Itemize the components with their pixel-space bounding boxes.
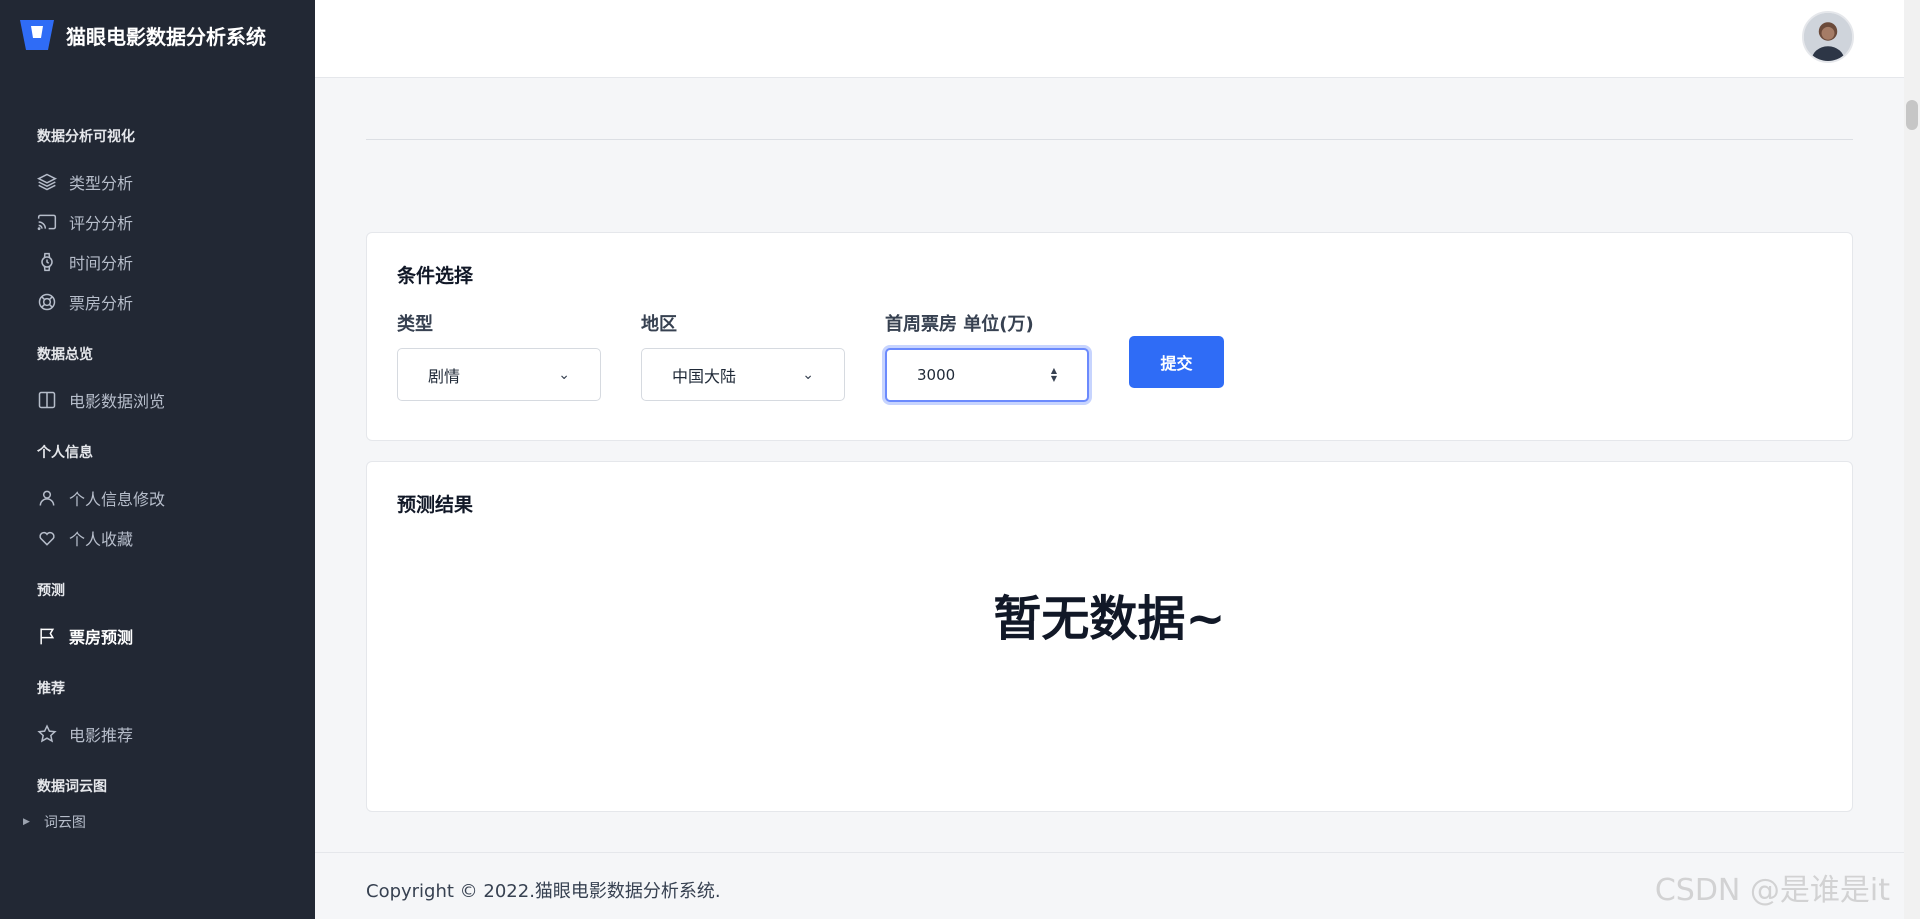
sidebar-item-label: 票房预测 [69,628,134,647]
spinner-arrows-icon[interactable]: ▲ ▼ [1051,367,1057,383]
sidebar-item-boxoffice-analysis[interactable]: 票房分析 [37,282,315,322]
columns-icon [38,391,56,409]
region-field: 地区 中国大陆 ⌄ [641,310,845,401]
region-select-value: 中国大陆 [672,366,737,386]
main-content: 条件选择 类型 剧情 ⌄ 地区 中国大陆 ⌄ 首周票房 单位(万) 3000 ▲… [366,78,1853,812]
nav-group-recommend: 推荐 电影推荐 [37,678,315,754]
user-avatar-icon [1804,13,1852,61]
heart-icon [39,531,55,546]
sidebar-item-movie-recommend[interactable]: 电影推荐 [37,714,315,754]
sidebar-item-label: 类型分析 [69,174,134,193]
footer: Copyright © 2022.猫眼电影数据分析系统. CSDN @是谁是it [315,852,1904,919]
nav-group-profile: 个人信息 个人信息修改 个人收藏 [37,442,315,558]
caret-right-icon: ▶ [23,817,30,827]
nav-group-overview: 数据总览 电影数据浏览 [37,344,315,420]
divider [366,139,1853,140]
sidebar: 猫眼电影数据分析系统 数据分析可视化 类型分析 评分分析 时间分析 票房分析 数… [0,0,315,919]
nav-group-visualization: 数据分析可视化 类型分析 评分分析 时间分析 票房分析 [37,126,315,322]
page-scrollbar[interactable] [1904,0,1920,919]
scrollbar-thumb[interactable] [1906,100,1918,130]
sidebar-item-label: 时间分析 [69,254,134,273]
app-title: 猫眼电影数据分析系统 [66,24,266,49]
watermark: CSDN @是谁是it [1654,873,1890,908]
copyright-text: Copyright © 2022.猫眼电影数据分析系统. [366,881,721,902]
nav-heading: 预测 [37,583,65,599]
star-icon [37,724,57,743]
sidebar-item-label: 电影数据浏览 [69,392,166,411]
sidebar-item-wordcloud[interactable]: ▶ 词云图 [23,812,315,832]
sidebar-item-type-analysis[interactable]: 类型分析 [37,162,315,202]
sidebar-item-movie-browse[interactable]: 电影数据浏览 [37,380,315,420]
sidebar-item-label: 词云图 [43,815,86,831]
logo-icon [20,20,54,50]
brand[interactable]: 猫眼电影数据分析系统 [0,0,315,70]
sidebar-nav: 数据分析可视化 类型分析 评分分析 时间分析 票房分析 数据总览 电影数据浏览 … [0,70,315,832]
result-card: 预测结果 暂无数据~ [366,461,1853,812]
nav-heading: 推荐 [37,681,65,697]
nav-heading: 数据词云图 [37,779,107,795]
sidebar-item-edit-profile[interactable]: 个人信息修改 [37,478,315,518]
boxoffice-field: 首周票房 单位(万) 3000 ▲ ▼ [885,310,1089,402]
filter-card: 条件选择 类型 剧情 ⌄ 地区 中国大陆 ⌄ 首周票房 单位(万) 3000 ▲… [366,232,1853,441]
sidebar-item-rating-analysis[interactable]: 评分分析 [37,202,315,242]
type-field: 类型 剧情 ⌄ [397,310,601,401]
sidebar-item-label: 个人收藏 [69,530,134,549]
sidebar-item-time-analysis[interactable]: 时间分析 [37,242,315,282]
filter-form: 类型 剧情 ⌄ 地区 中国大陆 ⌄ 首周票房 单位(万) 3000 ▲ ▼ 提交 [397,310,1822,402]
chevron-down-icon: ⌄ [802,366,814,383]
region-label: 地区 [641,314,677,335]
result-card-title: 预测结果 [397,494,474,516]
sidebar-item-label: 评分分析 [69,214,134,233]
nav-heading: 数据分析可视化 [37,129,135,145]
boxoffice-number-input[interactable]: 3000 ▲ ▼ [885,348,1089,402]
chevron-down-icon: ⌄ [558,366,570,383]
nav-heading: 个人信息 [37,445,93,461]
nav-group-wordcloud: 数据词云图 ▶ 词云图 [23,776,315,832]
top-header [315,0,1904,78]
type-label: 类型 [397,314,433,335]
empty-state-text: 暂无数据~ [993,591,1226,647]
user-icon [39,490,55,506]
filter-card-title: 条件选择 [397,265,474,287]
avatar[interactable] [1802,11,1854,63]
sidebar-item-boxoffice-prediction[interactable]: 票房预测 [37,616,315,656]
sidebar-item-label: 票房分析 [69,294,134,313]
submit-button[interactable]: 提交 [1129,336,1224,388]
nav-group-prediction: 预测 票房预测 [37,580,315,656]
nav-heading: 数据总览 [37,347,93,363]
boxoffice-label: 首周票房 单位(万) [885,314,1034,335]
boxoffice-input-value: 3000 [917,366,956,384]
lifebuoy-icon [38,293,56,311]
cast-icon [37,214,57,231]
region-select[interactable]: 中国大陆 ⌄ [641,348,845,401]
sidebar-item-label: 个人信息修改 [69,490,166,509]
flag-icon [40,628,55,645]
watch-icon [41,252,53,272]
sidebar-item-label: 电影推荐 [69,726,134,745]
layers-icon [37,173,57,191]
type-select[interactable]: 剧情 ⌄ [397,348,601,401]
sidebar-item-favorites[interactable]: 个人收藏 [37,518,315,558]
type-select-value: 剧情 [428,366,461,386]
